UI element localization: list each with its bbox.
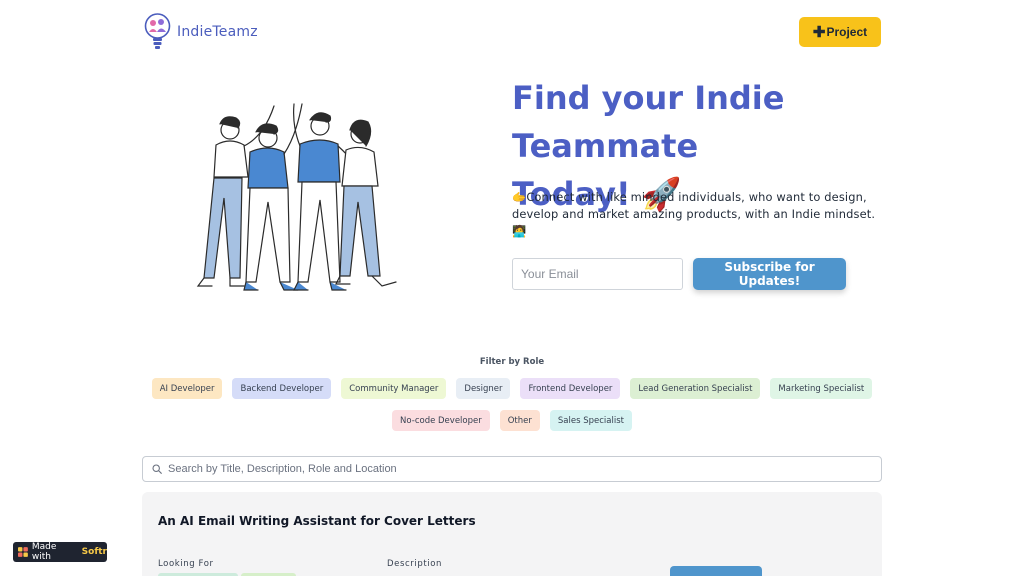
role-chip-no-code-developer[interactable]: No-code Developer bbox=[392, 410, 490, 431]
softr-logo-icon bbox=[18, 547, 28, 557]
looking-for-label: Looking For bbox=[158, 559, 214, 569]
project-card-title: An AI Email Writing Assistant for Cover … bbox=[158, 514, 476, 528]
role-chip-other[interactable]: Other bbox=[499, 410, 540, 431]
hero-title-line1: Find your Indie Teammate bbox=[512, 79, 785, 165]
email-input[interactable] bbox=[512, 258, 683, 290]
header: IndieTeamz ✚ Project bbox=[0, 0, 1024, 64]
role-chip-sales-specialist[interactable]: Sales Specialist bbox=[549, 410, 632, 431]
role-chip-backend-developer[interactable]: Backend Developer bbox=[232, 378, 332, 399]
plus-icon: ✚ bbox=[812, 23, 826, 41]
hero-subtitle: 🫱Connect with like minded individuals, w… bbox=[512, 190, 876, 238]
logo[interactable]: IndieTeamz bbox=[144, 13, 258, 51]
role-chip-community-manager[interactable]: Community Manager bbox=[341, 378, 447, 399]
add-project-button[interactable]: ✚ Project bbox=[799, 17, 881, 47]
made-with-text: Made with bbox=[31, 542, 57, 562]
filter-by-role-label: Filter by Role bbox=[479, 357, 545, 367]
role-chip-lead-generation-specialist[interactable]: Lead Generation Specialist bbox=[630, 378, 761, 399]
lightbulb-logo-icon bbox=[144, 13, 171, 49]
softr-brand-text: Softr bbox=[81, 547, 107, 557]
view-details-button[interactable] bbox=[670, 566, 762, 576]
role-chip-designer[interactable]: Designer bbox=[456, 378, 511, 399]
role-chip-frontend-developer[interactable]: Frontend Developer bbox=[520, 378, 621, 399]
role-chips-row-2: No-code Developer Other Sales Specialist bbox=[0, 410, 1024, 431]
team-high-five-illustration bbox=[196, 103, 397, 291]
search-input[interactable] bbox=[168, 463, 868, 475]
made-with-softr-badge[interactable]: Made with Softr bbox=[13, 542, 107, 562]
search-box[interactable] bbox=[142, 456, 882, 482]
logo-text: IndieTeamz bbox=[177, 24, 258, 40]
add-project-label: Project bbox=[826, 25, 868, 39]
search-icon bbox=[152, 464, 162, 474]
description-label: Description bbox=[387, 559, 443, 569]
role-chip-ai-developer[interactable]: AI Developer bbox=[151, 378, 223, 399]
role-chips-row-1: AI Developer Backend Developer Community M… bbox=[0, 378, 1024, 399]
role-chip-marketing-specialist[interactable]: Marketing Specialist bbox=[770, 378, 873, 399]
subscribe-button[interactable]: Subscribe for Updates! bbox=[693, 258, 846, 290]
project-card[interactable]: An AI Email Writing Assistant for Cover … bbox=[142, 492, 882, 576]
